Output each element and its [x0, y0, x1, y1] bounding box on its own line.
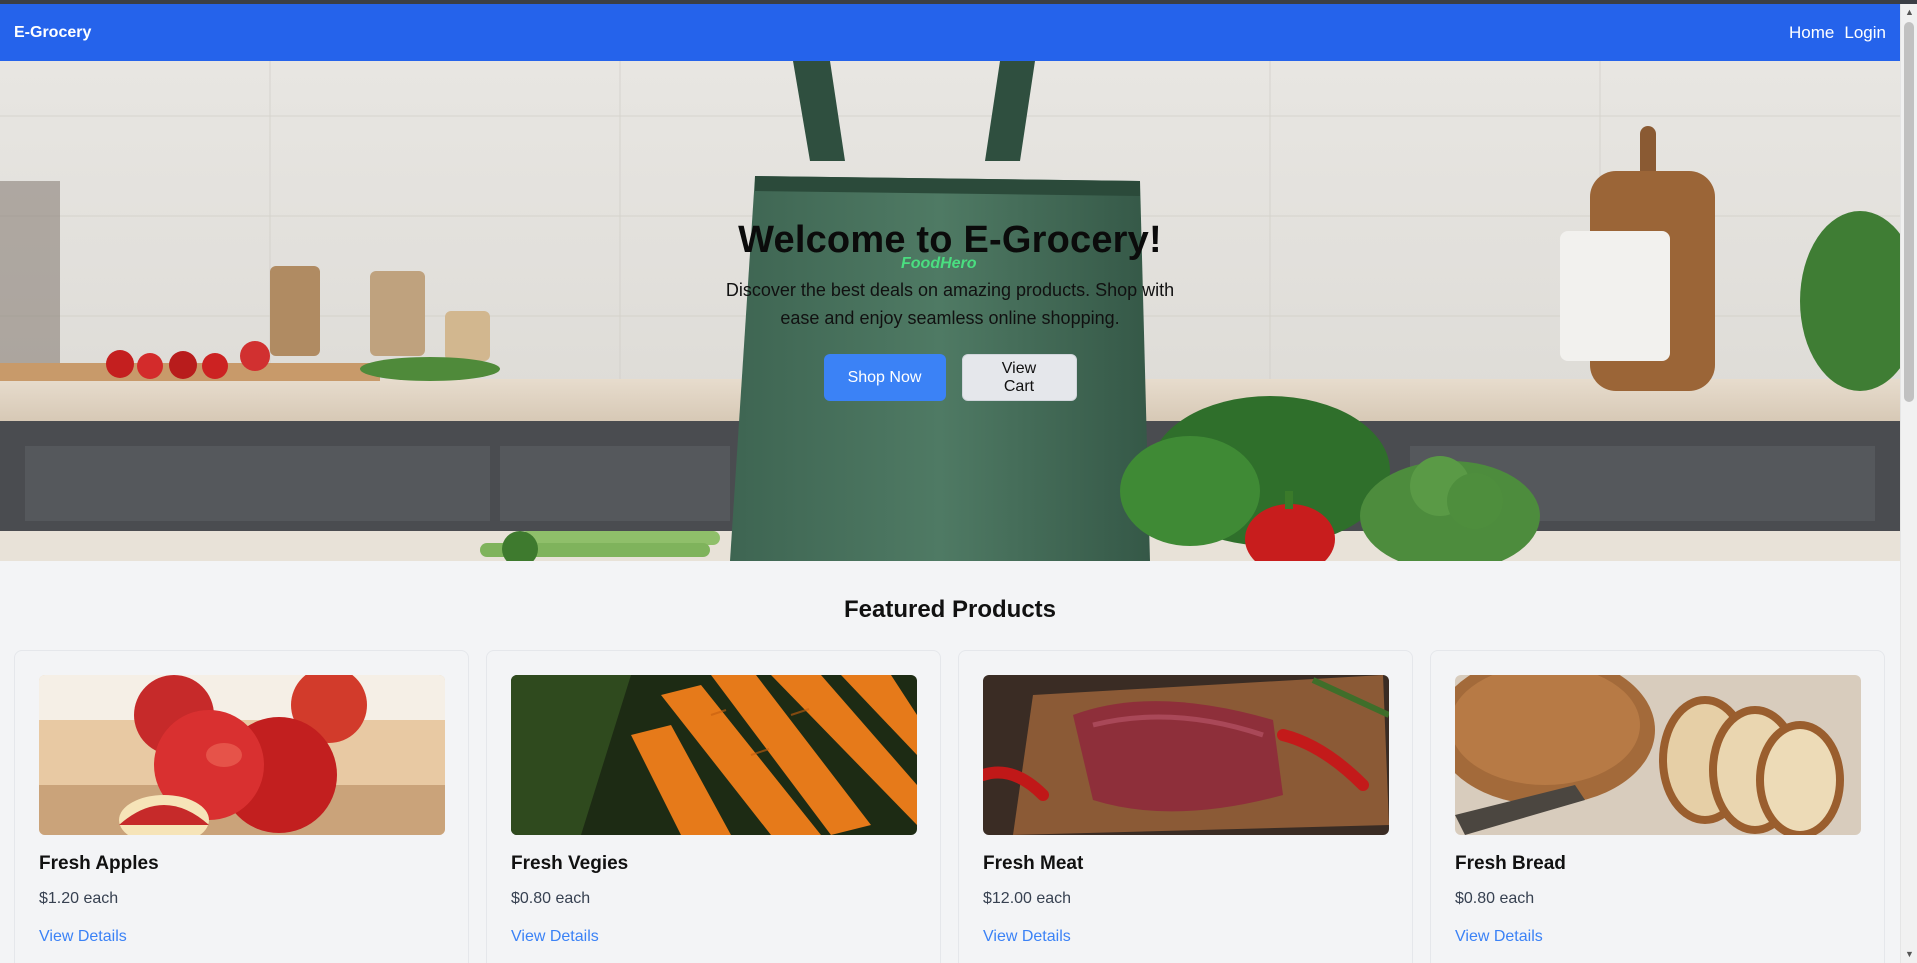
product-card: Fresh Bread $0.80 each View Details	[1430, 650, 1885, 963]
navbar: E-Grocery Home Login	[0, 4, 1900, 61]
nav-home-link[interactable]: Home	[1789, 23, 1834, 43]
nav-links: Home Login	[1789, 23, 1886, 43]
view-cart-button[interactable]: View Cart	[961, 354, 1077, 401]
product-card: Fresh Apples $1.20 each View Details	[14, 650, 469, 963]
product-card: Fresh Vegies $0.80 each View Details	[486, 650, 941, 963]
product-price: $12.00 each	[983, 890, 1072, 907]
view-details-link[interactable]: View Details	[39, 928, 127, 946]
nav-login-link[interactable]: Login	[1844, 23, 1886, 43]
product-image-apples	[39, 675, 445, 835]
scroll-down-arrow-icon[interactable]: ▼	[1901, 946, 1917, 963]
scrollbar-thumb[interactable]	[1904, 22, 1914, 402]
product-price: $0.80 each	[1455, 890, 1535, 907]
view-details-link[interactable]: View Details	[983, 928, 1071, 946]
product-name: Fresh Vegies	[511, 853, 629, 874]
product-price: $1.20 each	[39, 890, 119, 907]
hero-banner: FoodHero Welcome to E-Grocery! Discover …	[0, 61, 1900, 561]
product-image-meat	[983, 675, 1389, 835]
product-name: Fresh Meat	[983, 853, 1084, 874]
featured-products-title: Featured Products	[843, 596, 1057, 623]
product-name: Fresh Bread	[1455, 853, 1566, 874]
product-grid: Fresh Apples $1.20 each View Details Fre…	[14, 650, 1885, 963]
product-name: Fresh Apples	[39, 853, 159, 874]
hero-content: Welcome to E-Grocery! Discover the best …	[0, 61, 1900, 561]
product-image-bread	[1455, 675, 1861, 835]
hero-title: Welcome to E-Grocery!	[738, 219, 1162, 261]
scroll-up-arrow-icon[interactable]: ▲	[1901, 4, 1917, 21]
product-card: Fresh Meat $12.00 each View Details	[958, 650, 1413, 963]
product-image-vegies	[511, 675, 917, 835]
hero-buttons: Shop Now View Cart	[823, 354, 1077, 401]
hero-subtitle: Discover the best deals on amazing produ…	[725, 280, 1175, 328]
view-details-link[interactable]: View Details	[511, 928, 599, 946]
shop-now-button[interactable]: Shop Now	[823, 354, 946, 401]
product-price: $0.80 each	[511, 890, 591, 907]
view-details-link[interactable]: View Details	[1455, 928, 1543, 946]
brand-logo[interactable]: E-Grocery	[14, 24, 91, 42]
page-viewport: E-Grocery Home Login FoodHero Welcome to…	[0, 4, 1900, 963]
vertical-scrollbar[interactable]: ▲ ▼	[1900, 4, 1917, 963]
